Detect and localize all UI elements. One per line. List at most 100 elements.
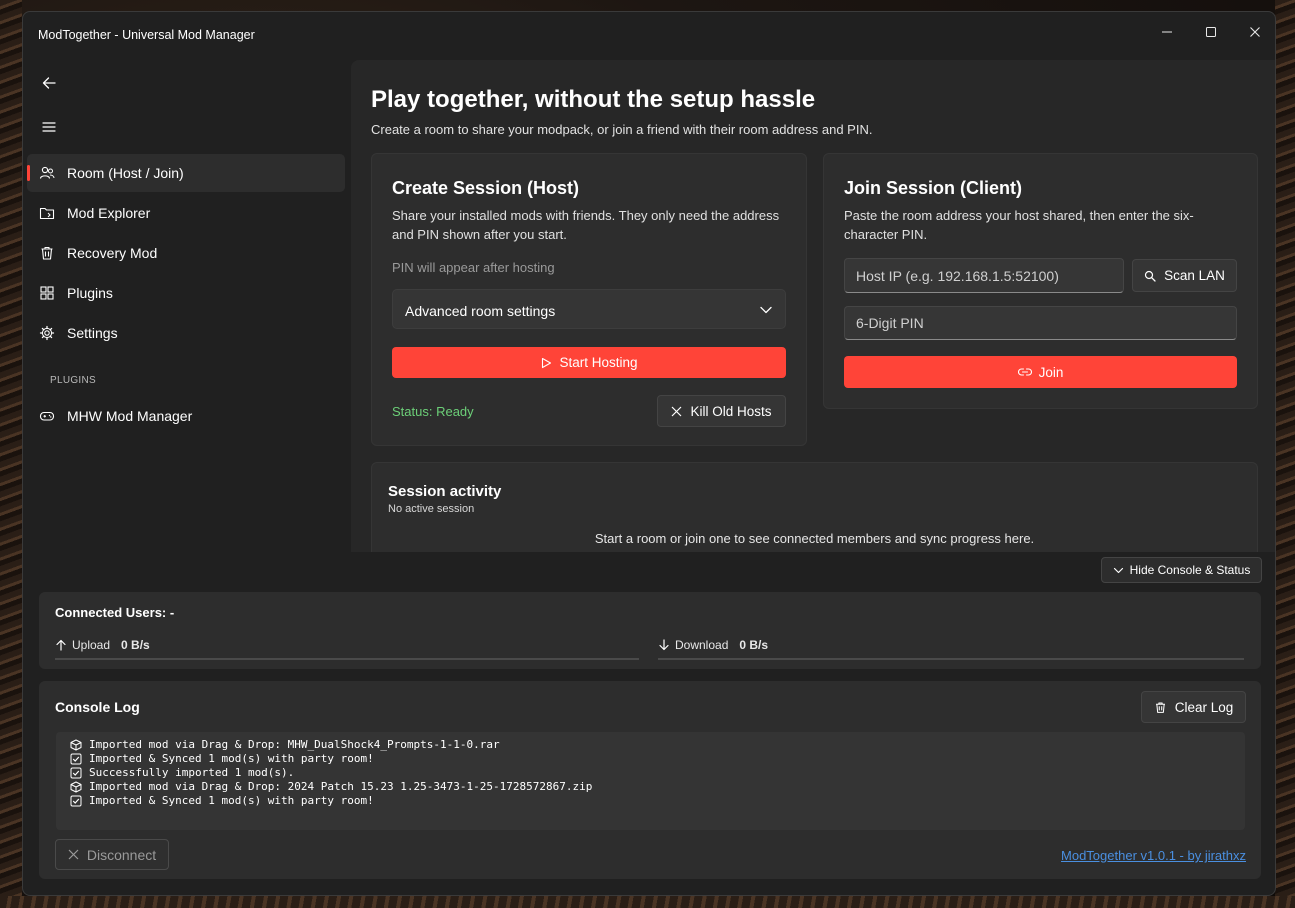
upload-progress-bar (55, 658, 639, 660)
sidebar-item-plugins[interactable]: Plugins (27, 274, 345, 312)
console-panel: Console Log Clear Log Imported mod via D… (39, 681, 1261, 879)
check-box-icon (70, 753, 82, 765)
check-box-icon (70, 767, 82, 779)
window-title: ModTogether - Universal Mod Manager (38, 28, 255, 42)
wallpaper-bottom (0, 896, 1295, 908)
disconnect-label: Disconnect (86, 846, 157, 863)
kill-old-hosts-label: Kill Old Hosts (690, 403, 772, 419)
session-activity-title: Session activity (388, 483, 502, 500)
join-card-title: Join Session (Client) (844, 178, 1023, 198)
app-window: ModTogether - Universal Mod Manager Room… (22, 11, 1276, 896)
sidebar-section-plugins: PLUGINS (50, 375, 97, 386)
gamepad-icon (39, 411, 55, 421)
package-icon (70, 739, 82, 751)
log-line: Imported & Synced 1 mod(s) with party ro… (70, 794, 1231, 808)
sidebar-item-label: Mod Explorer (67, 205, 151, 221)
gear-icon (39, 325, 55, 341)
upload-label: Upload (72, 638, 111, 652)
page-title: Play together, without the setup hassle (371, 86, 816, 113)
sidebar-item-label: Settings (67, 325, 118, 341)
pin-input[interactable]: 6-Digit PIN (844, 306, 1237, 340)
check-box-icon (70, 795, 82, 807)
scan-lan-label: Scan LAN (1164, 268, 1225, 283)
hide-console-button[interactable]: Hide Console & Status (1101, 557, 1262, 583)
hamburger-icon (42, 122, 56, 132)
clear-log-button[interactable]: Clear Log (1141, 691, 1246, 723)
host-card-description: Share your installed mods with friends. … (392, 208, 780, 242)
status-panel: Connected Users: - Upload 0 B/s Download… (39, 592, 1261, 669)
link-icon (1017, 368, 1032, 376)
host-card-title: Create Session (Host) (392, 178, 580, 198)
wallpaper-left (0, 0, 22, 908)
console-log[interactable]: Imported mod via Drag & Drop: MHW_DualSh… (56, 732, 1245, 830)
log-text: Imported & Synced 1 mod(s) with party ro… (89, 794, 374, 807)
log-line: Successfully imported 1 mod(s). (70, 766, 1231, 780)
puzzle-icon (40, 286, 54, 300)
close-icon (68, 849, 79, 860)
title-bar: ModTogether - Universal Mod Manager (23, 12, 1275, 58)
arrow-down-icon (659, 639, 669, 651)
minimize-button[interactable] (1145, 18, 1189, 46)
host-ip-input[interactable]: Host IP (e.g. 192.168.1.5:52100) (844, 258, 1124, 293)
connected-users: Connected Users: - (55, 605, 175, 620)
join-card-description: Paste the room address your host shared,… (844, 208, 1194, 242)
kill-old-hosts-button[interactable]: Kill Old Hosts (657, 395, 786, 427)
search-icon (1144, 270, 1156, 282)
session-activity-subtitle: No active session (388, 503, 475, 515)
people-icon (39, 166, 55, 179)
maximize-icon (1206, 27, 1216, 37)
log-line: Imported mod via Drag & Drop: MHW_DualSh… (70, 738, 1231, 752)
log-text: Successfully imported 1 mod(s). (89, 766, 295, 779)
log-line: Imported & Synced 1 mod(s) with party ro… (70, 752, 1231, 766)
trash-icon (1155, 702, 1165, 713)
sidebar-item-mhw-mod-manager[interactable]: MHW Mod Manager (27, 397, 345, 435)
trash-icon (41, 246, 53, 260)
host-card: Create Session (Host) Share your install… (371, 153, 807, 446)
upload-rate: Upload 0 B/s (55, 638, 150, 652)
chevron-down-icon (760, 306, 772, 314)
download-rate: Download 0 B/s (658, 638, 768, 652)
join-card: Join Session (Client) Paste the room add… (823, 153, 1258, 409)
log-text: Imported mod via Drag & Drop: MHW_DualSh… (89, 738, 500, 751)
hide-console-label: Hide Console & Status (1129, 563, 1251, 577)
pin-hint: PIN will appear after hosting (392, 260, 555, 275)
sidebar-item-label: MHW Mod Manager (67, 408, 193, 424)
advanced-settings-label: Advanced room settings (405, 303, 556, 319)
page-subtitle: Create a room to share your modpack, or … (371, 122, 873, 137)
sidebar-item-settings[interactable]: Settings (27, 314, 345, 352)
log-line: Imported mod via Drag & Drop: 2024 Patch… (70, 780, 1231, 794)
download-label: Download (675, 638, 729, 652)
minimize-icon (1162, 31, 1172, 33)
log-text: Imported mod via Drag & Drop: 2024 Patch… (89, 780, 593, 793)
main-content: Play together, without the setup hassle … (351, 60, 1275, 552)
close-button[interactable] (1233, 18, 1275, 46)
close-icon (1250, 27, 1260, 37)
download-value: 0 B/s (739, 638, 769, 652)
sidebar-item-recovery-mod[interactable]: Recovery Mod (27, 234, 345, 272)
disconnect-button[interactable]: Disconnect (55, 839, 169, 870)
back-button[interactable] (29, 66, 69, 100)
active-indicator (27, 165, 30, 181)
sidebar-item-label: Room (Host / Join) (67, 165, 184, 181)
session-activity-empty: Start a room or join one to see connecte… (594, 531, 1035, 546)
chevron-down-icon (1113, 567, 1123, 573)
join-button[interactable]: Join (844, 356, 1237, 388)
scan-lan-button[interactable]: Scan LAN (1132, 259, 1237, 292)
arrow-up-icon (56, 639, 66, 651)
host-status: Status: Ready (392, 404, 474, 419)
sidebar-item-label: Recovery Mod (67, 245, 158, 261)
start-hosting-button[interactable]: Start Hosting (392, 347, 786, 378)
sidebar-item-mod-explorer[interactable]: Mod Explorer (27, 194, 345, 232)
advanced-settings-dropdown[interactable]: Advanced room settings (392, 289, 786, 329)
sidebar-item-room[interactable]: Room (Host / Join) (27, 154, 345, 192)
close-icon (672, 406, 682, 416)
maximize-button[interactable] (1189, 18, 1233, 46)
clear-log-label: Clear Log (1174, 699, 1234, 715)
folder-icon (39, 207, 55, 220)
wallpaper-right (1275, 0, 1295, 908)
version-link[interactable]: ModTogether v1.0.1 - by jirathxz (1061, 848, 1246, 863)
session-activity-card: Session activity No active session Start… (371, 462, 1258, 552)
menu-button[interactable] (29, 110, 69, 144)
package-icon (70, 781, 82, 793)
console-title: Console Log (55, 699, 140, 715)
